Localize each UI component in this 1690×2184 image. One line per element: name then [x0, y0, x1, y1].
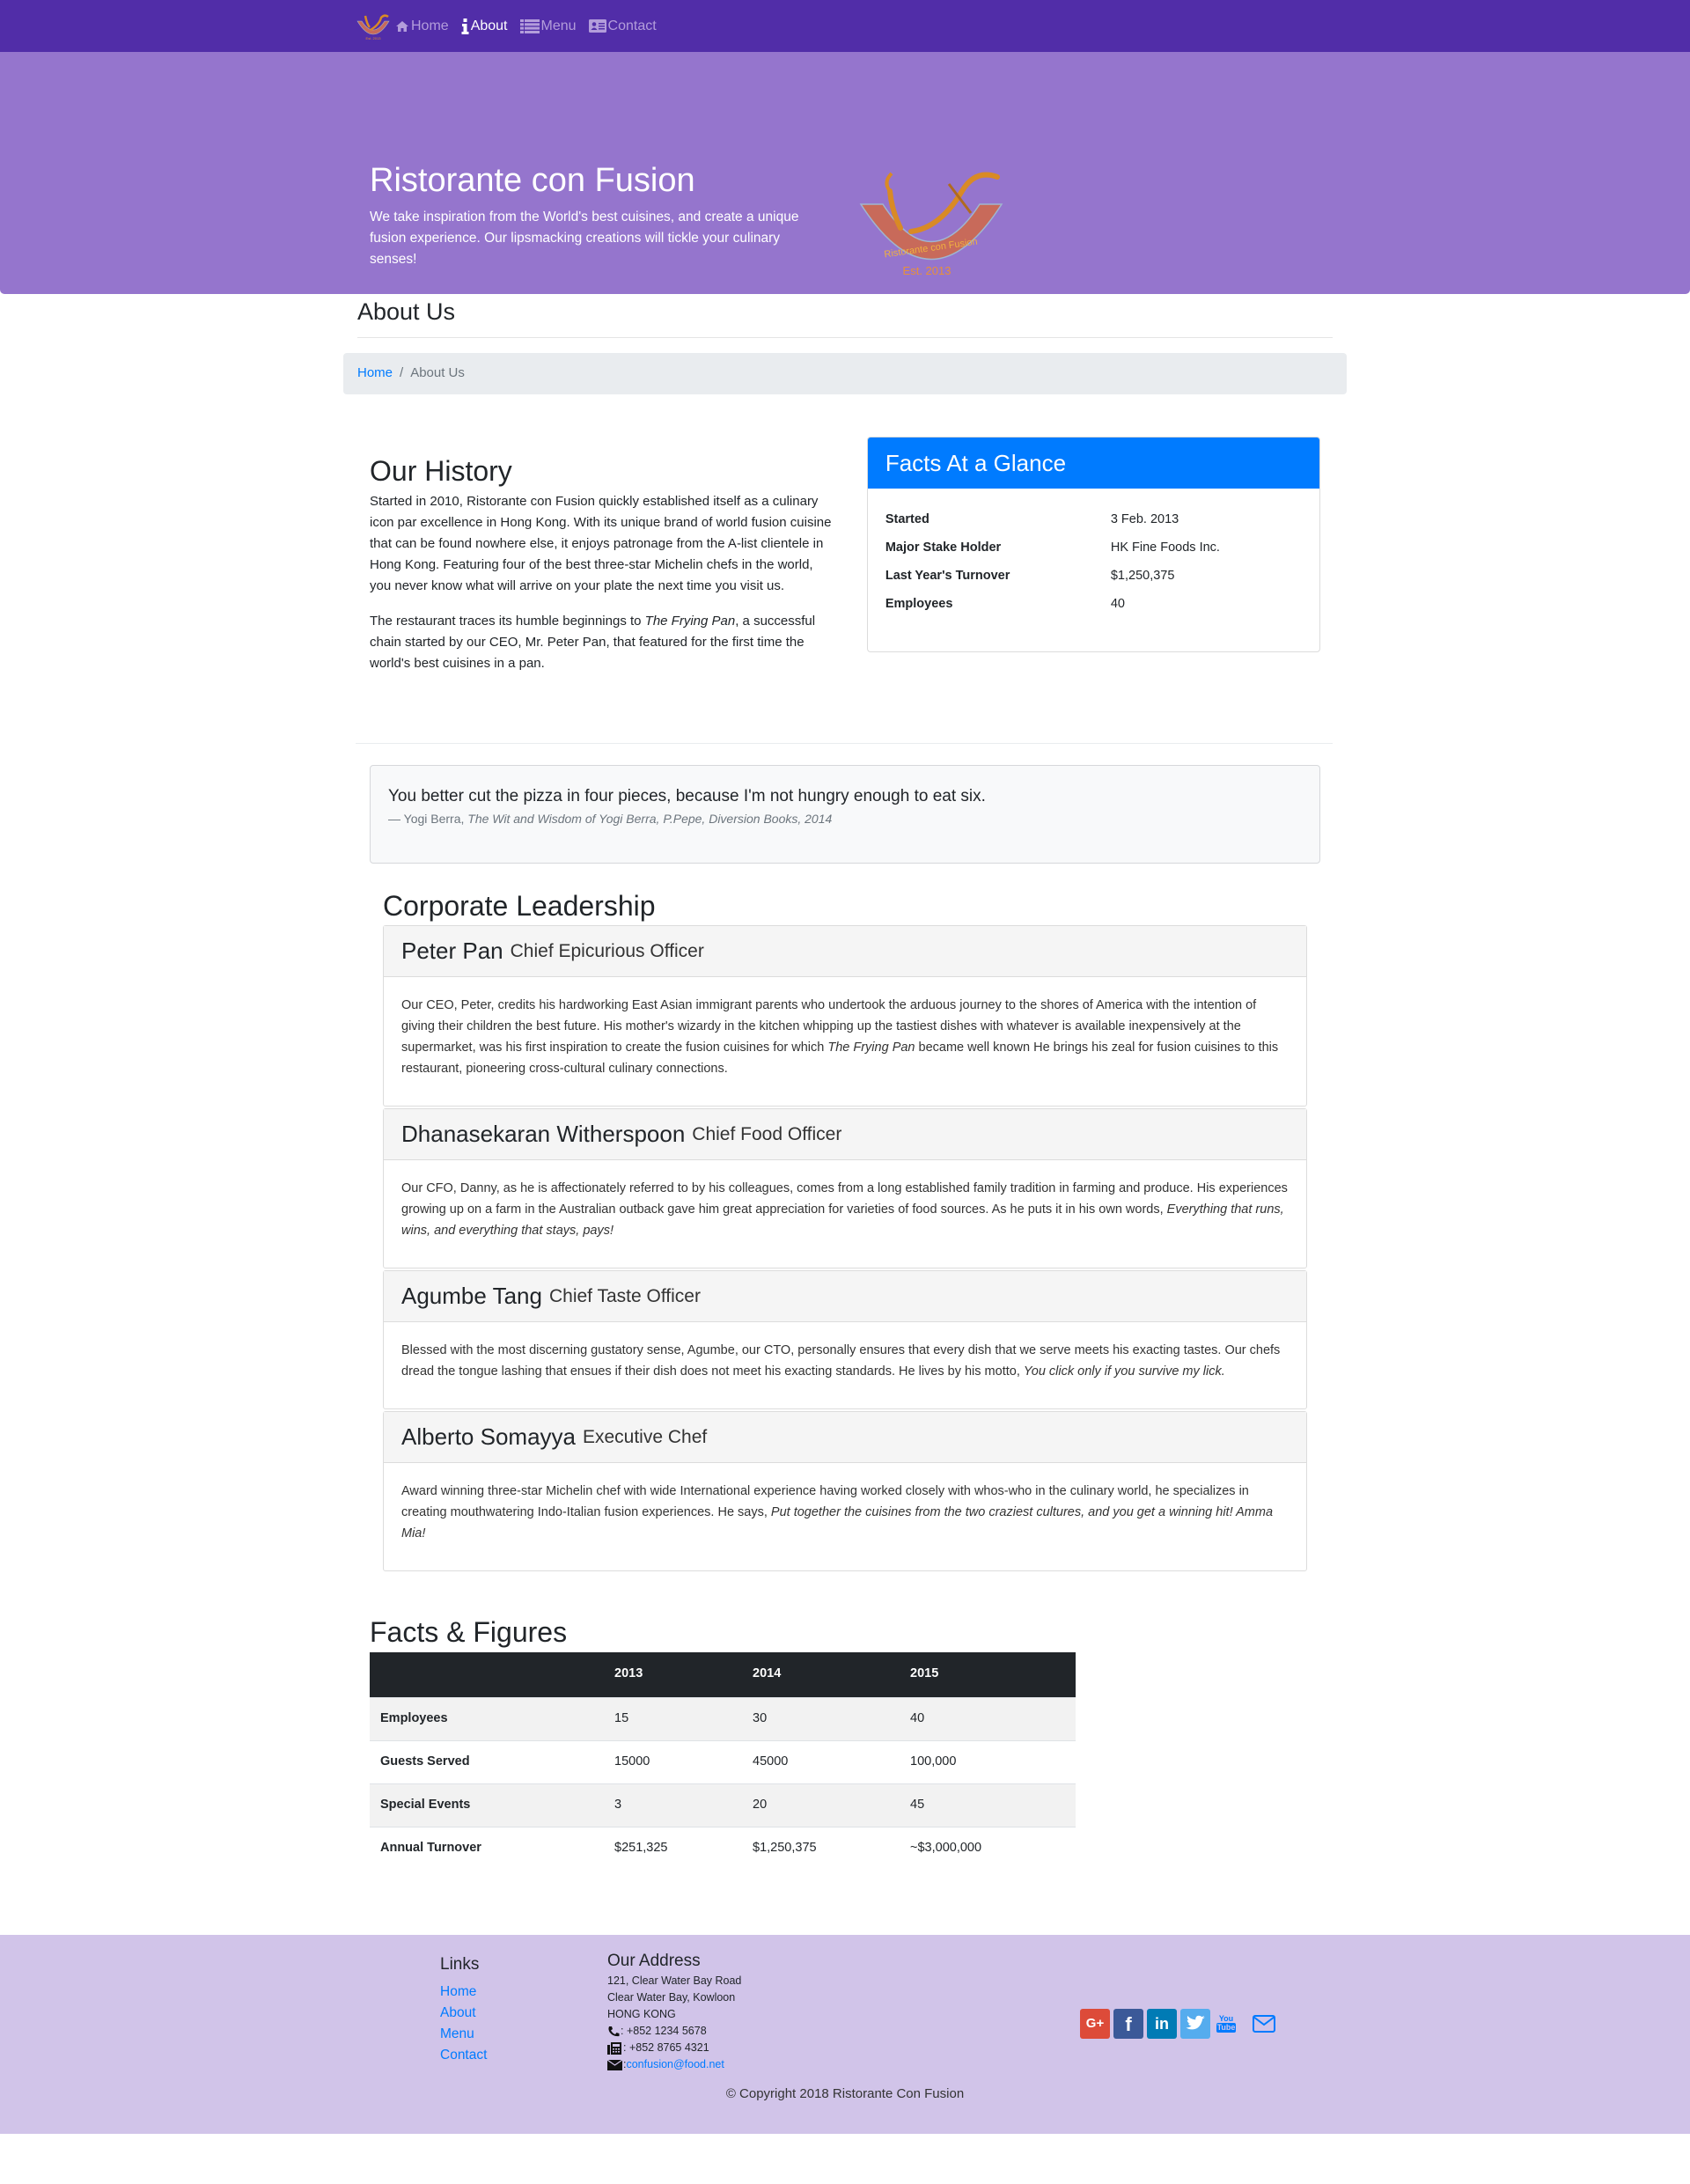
- leader-designation: Chief Food Officer: [692, 1123, 842, 1144]
- leader-designation: Chief Epicurious Officer: [510, 940, 704, 961]
- leader-description: Blessed with the most discerning gustato…: [401, 1343, 1281, 1379]
- home-icon: [396, 20, 408, 32]
- page-title: About Us: [357, 298, 456, 325]
- history-paragraph-1: Started in 2010, Ristorante con Fusion q…: [370, 494, 832, 593]
- table-row: Annual Turnover $251,325 $1,250,375 ~$3,000…: [370, 1826, 1076, 1870]
- mail-icon[interactable]: [1249, 2009, 1279, 2039]
- fax-icon: [607, 2041, 621, 2055]
- page-header: About Us: [357, 294, 1333, 338]
- table-row: Special Events 3 20 45: [370, 1783, 1076, 1827]
- info-icon: [461, 18, 469, 34]
- breadcrumb-current: About Us: [410, 365, 465, 381]
- leader-designation: Executive Chef: [582, 1426, 708, 1447]
- footer: Links Home About Menu Contact Our Addres…: [0, 1935, 1690, 2134]
- fact-row: Major Stake Holder HK Fine Foods Inc.: [885, 540, 1220, 555]
- google-plus-icon[interactable]: G+: [1080, 2009, 1110, 2039]
- footer-link-menu[interactable]: Menu: [440, 2026, 474, 2041]
- restaurant-logo[interactable]: Est. 2013: [355, 12, 392, 40]
- svg-text:Est. 2013: Est. 2013: [366, 36, 382, 40]
- table-header-row: 2013 2014 2015: [370, 1652, 1076, 1697]
- table-row: Employees 15 30 40: [370, 1696, 1076, 1740]
- logo-est: Est. 2013: [903, 264, 952, 277]
- section-divider: [356, 743, 1333, 744]
- footer-link-about[interactable]: About: [440, 2005, 476, 2020]
- phone-icon: [608, 2026, 620, 2037]
- footer-address-title: Our Address: [607, 1952, 701, 1970]
- column-header: 2014: [742, 1652, 900, 1697]
- restaurant-logo-large: Ristorante con Fusion Est. 2013: [859, 172, 1003, 277]
- fax-number: : +852 8765 4321: [623, 2041, 709, 2054]
- facts-figures-table: 2013 2014 2015 Employees 15 30 40 Guests Se…: [370, 1652, 1076, 1870]
- address-line: 121, Clear Water Bay Road: [607, 1974, 742, 1987]
- leader-description: Our CFO, Danny, as he is affectionately …: [401, 1181, 1288, 1238]
- leader-name: Peter Pan: [401, 938, 503, 964]
- column-header: 2013: [604, 1652, 742, 1697]
- restaurant-tagline: We take inspiration from the World's bes…: [370, 210, 799, 267]
- leadership-title: Corporate Leadership: [383, 890, 656, 922]
- fact-row: Started 3 Feb. 2013: [885, 512, 1179, 527]
- facts-figures-section: Facts & Figures 2013 2014 2015 Employees…: [370, 1614, 1076, 1870]
- footer-links: Links Home About Menu Contact: [440, 1952, 487, 2066]
- leader-designation: Chief Taste Officer: [548, 1285, 701, 1306]
- nav-menu-label: Menu: [540, 18, 577, 33]
- breadcrumb: Home / About Us: [343, 353, 1347, 394]
- navbar: Est. 2013 Home About Menu Contact: [0, 0, 1690, 52]
- history-paragraph-2: The restaurant traces its humble beginni…: [370, 614, 816, 671]
- quote-text: You better cut the pizza in four pieces,…: [388, 787, 986, 805]
- leader-card: Alberto Somayya Executive Chef Award winn…: [383, 1411, 1307, 1571]
- quote-attribution: — Yogi Berra, The Wit and Wisdom of Yogi…: [388, 812, 833, 826]
- fact-row: Last Year's Turnover $1,250,375: [885, 569, 1175, 584]
- copyright: © Copyright 2018 Ristorante Con Fusion: [725, 2086, 965, 2101]
- history-title: Our History: [370, 455, 512, 487]
- facebook-icon[interactable]: f: [1113, 2009, 1143, 2039]
- email-link[interactable]: confusion@food.net: [626, 2056, 724, 2073]
- leader-name: Alberto Somayya: [401, 1423, 576, 1450]
- address-card-icon: [588, 19, 606, 33]
- leader-card: Agumbe Tang Chief Taste Officer Blessed w…: [383, 1270, 1307, 1409]
- table-row: Guests Served 15000 45000 100,000: [370, 1739, 1076, 1783]
- nav-contact[interactable]: Contact: [588, 16, 657, 37]
- breadcrumb-separator: /: [400, 365, 404, 381]
- breadcrumb-home-link[interactable]: Home: [357, 364, 393, 384]
- footer-links-title: Links: [440, 1955, 480, 1974]
- youtube-icon[interactable]: You Tube: [1214, 2009, 1238, 2039]
- facts-card-title: Facts At a Glance: [867, 438, 1319, 489]
- address-line: HONG KONG: [607, 2008, 676, 2020]
- footer-link-home[interactable]: Home: [440, 1984, 476, 1999]
- nav-about[interactable]: About: [461, 16, 508, 37]
- footer-link-contact[interactable]: Contact: [440, 2048, 487, 2063]
- facts-at-a-glance-card: Facts At a Glance Started 3 Feb. 2013 Maj…: [866, 437, 1320, 652]
- leader-card: Peter Pan Chief Epicurious Officer Our CE…: [383, 925, 1307, 1107]
- leader-card: Dhanasekaran Witherspoon Chief Food Offic…: [383, 1108, 1307, 1268]
- leader-name: Dhanasekaran Witherspoon: [401, 1121, 686, 1147]
- nav-home-label: Home: [411, 18, 449, 33]
- history-section: Our History Started in 2010, Ristorante …: [343, 437, 1347, 688]
- leader-description: Our CEO, Peter, credits his hardworking …: [401, 998, 1279, 1076]
- leader-description: Award winning three-star Michelin chef w…: [401, 1484, 1274, 1541]
- linkedin-icon[interactable]: in: [1147, 2009, 1177, 2039]
- column-header: [370, 1652, 604, 1697]
- address-line: Clear Water Bay, Kowloon: [607, 1991, 736, 2004]
- list-icon: [519, 18, 540, 33]
- phone-number: : +852 1234 5678: [621, 2025, 707, 2037]
- restaurant-title: Ristorante con Fusion: [370, 162, 695, 199]
- nav-menu[interactable]: Menu: [519, 16, 577, 37]
- jumbotron: Ristorante con Fusion We take inspiratio…: [0, 52, 1690, 294]
- leader-name: Agumbe Tang: [401, 1283, 542, 1309]
- nav-about-label: About: [470, 18, 508, 33]
- envelope-icon: [607, 2059, 622, 2070]
- column-header: 2015: [900, 1652, 1076, 1697]
- twitter-icon[interactable]: [1180, 2009, 1210, 2039]
- nav-home[interactable]: Home: [395, 16, 449, 37]
- nav-contact-label: Contact: [607, 18, 657, 33]
- footer-address: Our Address 121, Clear Water Bay Road Cl…: [607, 1952, 741, 2073]
- social-links: G+ f in You Tube: [1080, 2009, 1282, 2039]
- fact-row: Employees 40: [885, 597, 1125, 612]
- leadership-section: Corporate Leadership Peter Pan Chief Epic…: [383, 888, 1307, 1571]
- quote-card: You better cut the pizza in four pieces,…: [370, 765, 1320, 864]
- figures-title: Facts & Figures: [370, 1616, 568, 1648]
